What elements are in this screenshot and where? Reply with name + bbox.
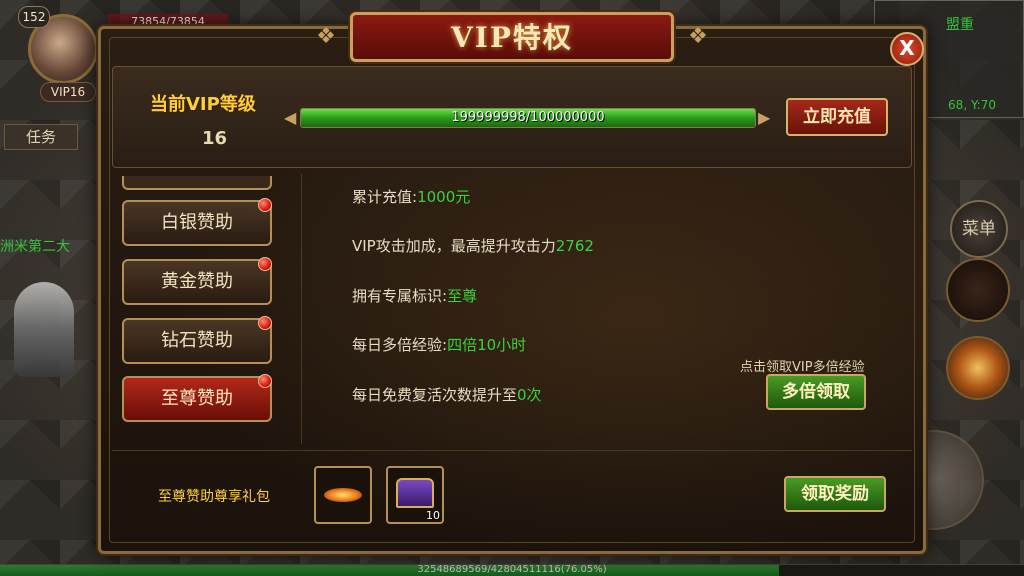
privilege-value: 1000元 — [417, 188, 471, 206]
gift-slot-2[interactable]: 10 — [386, 466, 444, 524]
skill-button-1[interactable] — [946, 258, 1010, 322]
privilege-free-revive: 每日免费复活次数提升至0次 — [352, 384, 542, 405]
vip-level-label: 当前VIP等级 — [150, 94, 256, 115]
tier-silver-button[interactable]: 白银赞助 — [122, 200, 272, 246]
privilege-label: 拥有专属标识: — [352, 287, 448, 305]
vip-progress-text: 199999998/100000000 — [451, 110, 605, 125]
left-chat-text: 洲米第二大 — [0, 239, 70, 255]
privilege-label: 累计充值: — [352, 188, 418, 206]
tier-supreme-button[interactable]: 至尊赞助 — [122, 376, 272, 422]
tier-list-scroll-edge[interactable] — [122, 176, 272, 190]
exp-bar-text: 32548689569/42804511116(76.05%) — [417, 564, 607, 575]
privilege-label: 每日免费复活次数提升至 — [352, 386, 518, 404]
multi-exp-claim-button[interactable]: 多倍领取 — [766, 374, 866, 410]
claim-reward-button[interactable]: 领取奖励 — [784, 476, 886, 512]
notification-dot-icon — [258, 316, 272, 330]
notification-dot-icon — [258, 198, 272, 212]
privilege-value: 2762 — [555, 237, 594, 255]
multi-exp-hint: 点击领取VIP多倍经验 — [740, 360, 865, 375]
recharge-now-button[interactable]: 立即充值 — [786, 98, 888, 136]
tier-diamond-button[interactable]: 钻石赞助 — [122, 318, 272, 364]
panel-title: VIP特权 — [451, 21, 573, 54]
player-vip-tag[interactable]: VIP16 — [40, 82, 96, 102]
close-button[interactable]: X — [890, 32, 924, 66]
privilege-exclusive-badge: 拥有专属标识:至尊 — [352, 285, 477, 306]
privilege-value: 四倍10小时 — [447, 336, 527, 354]
gift-slot-1[interactable] — [314, 466, 372, 524]
minimap-location-name: 盟重 — [946, 17, 974, 33]
title-right-ornament-icon: ❖ — [688, 24, 708, 49]
privilege-label: 每日多倍经验: — [352, 336, 448, 354]
vip-level-value: 16 — [202, 128, 228, 149]
task-button[interactable]: 任务 — [4, 124, 78, 150]
progress-left-cap-icon: ◀ — [284, 108, 297, 127]
privilege-total-recharge: 累计充值:1000元 — [352, 186, 470, 207]
privilege-label: VIP攻击加成，最高提升攻击力 — [352, 237, 556, 255]
menu-button[interactable]: 菜单 — [950, 200, 1008, 258]
notification-dot-icon — [258, 374, 272, 388]
minimap-coordinates: 68, Y:70 — [948, 98, 996, 112]
npc-figure[interactable] — [14, 282, 74, 377]
privilege-multi-exp: 每日多倍经验:四倍10小时 — [352, 334, 526, 355]
privilege-attack-bonus: VIP攻击加成，最高提升攻击力2762 — [352, 235, 594, 256]
tier-gold-button[interactable]: 黄金赞助 — [122, 259, 272, 305]
privilege-value: 0次 — [517, 386, 542, 404]
skill-button-2[interactable] — [946, 336, 1010, 400]
progress-right-cap-icon: ▶ — [758, 108, 771, 127]
exp-bar: 32548689569/42804511116(76.05%) — [0, 564, 1024, 576]
fire-item-icon — [324, 488, 362, 502]
notification-dot-icon — [258, 257, 272, 271]
treasure-chest-icon — [396, 478, 434, 508]
gift-package-label: 至尊赞助尊享礼包 — [158, 489, 270, 505]
player-level-badge: 152 — [18, 6, 50, 28]
privilege-value: 至尊 — [447, 287, 478, 305]
gift-item-count: 10 — [426, 509, 440, 522]
title-left-ornament-icon: ❖ — [316, 24, 336, 49]
